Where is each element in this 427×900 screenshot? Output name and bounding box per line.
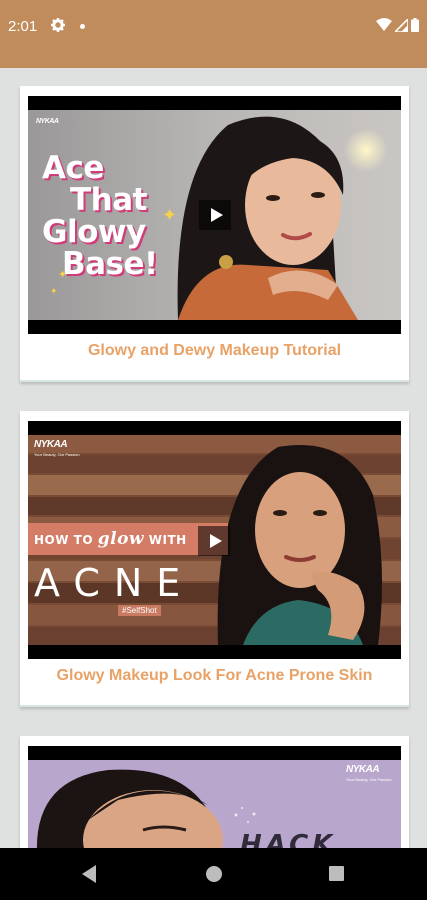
overlay-line: That [70,182,147,218]
home-icon[interactable] [206,866,222,882]
back-icon[interactable] [82,865,96,883]
navigation-bar [0,848,427,900]
brand-logo: NYKAA [346,764,380,775]
brand-tagline: Your Beauty, Our Passion [34,452,80,457]
status-time: 2:01 [8,18,38,35]
wifi-icon [376,18,392,37]
brand-logo: NYKAA [36,118,59,125]
gear-icon [51,18,65,32]
video-thumbnail[interactable]: HOW TO glow WITH ACNE #SelfShot NYKAA Yo… [28,421,401,659]
video-title[interactable]: Glowy Makeup Look For Acne Prone Skin [20,667,409,685]
overlay-prefix: HOW TO [34,533,94,547]
video-card[interactable]: Ace That Glowy Base! ✦ ✦ ✦ NYKAA Glowy a… [20,86,409,382]
overlay-big: ACNE [34,561,195,605]
sparkle-icon: ✦ [58,269,68,281]
thumbnail-overlay-text: HOW TO glow WITH [34,529,187,549]
thumbnail-overlay-text: Ace That Glowy Base! [42,152,158,280]
sparkle-icon: ✦ [162,205,178,225]
play-icon[interactable] [198,526,230,556]
play-icon[interactable] [199,200,231,230]
battery-icon [411,18,419,37]
overlay-suffix: WITH [148,533,187,547]
overlay-script: glow [97,529,145,549]
sparkle-icon: ✦ [50,286,58,296]
video-thumbnail[interactable]: Ace That Glowy Base! ✦ ✦ ✦ NYKAA [28,96,401,334]
brand-logo: NYKAA [34,439,68,450]
brand-tagline: Your Beauty, Our Passion [346,777,392,782]
overlay-line: Ace [42,150,104,186]
recents-icon[interactable] [329,866,344,881]
notification-dot-icon [80,24,85,29]
video-card[interactable]: HACK THE NYKAA Your Beauty, Our Passion [20,736,409,866]
status-icons [376,16,419,37]
video-card[interactable]: HOW TO glow WITH ACNE #SelfShot NYKAA Yo… [20,411,409,707]
overlay-line: Glowy [42,214,146,250]
video-title[interactable]: Glowy and Dewy Makeup Tutorial [20,342,409,360]
overlay-tag: #SelfShot [118,605,161,616]
status-bar: 2:01 [0,0,427,68]
signal-icon [393,16,409,37]
